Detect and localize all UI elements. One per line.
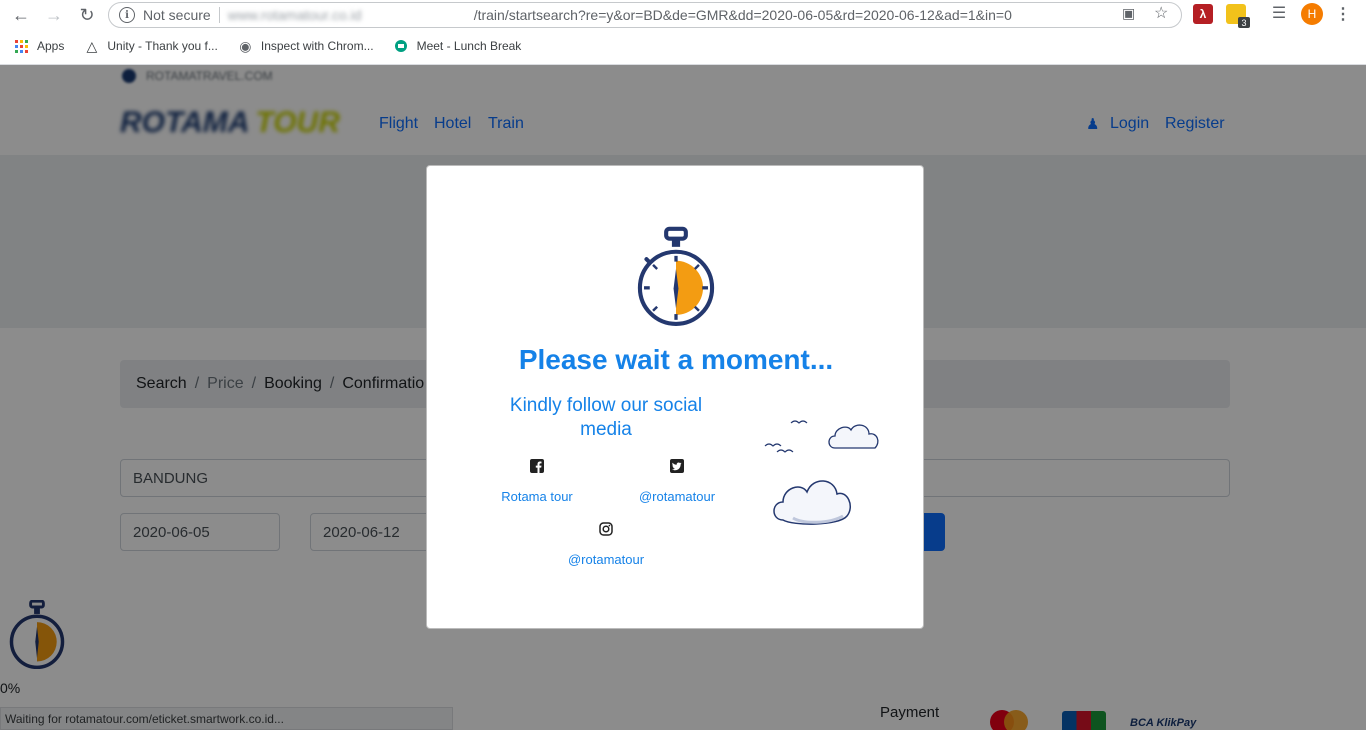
instagram-label: @rotamatour: [567, 552, 645, 567]
media-list-icon[interactable]: ☰: [1269, 4, 1289, 24]
notes-extension-icon[interactable]: 3: [1226, 4, 1250, 28]
twitter-label: @rotamatour: [638, 489, 716, 504]
cast-icon[interactable]: ▣: [1122, 5, 1135, 22]
social-heading: Kindly follow our social media: [509, 395, 703, 440]
unity-icon: △: [86, 37, 98, 54]
facebook-icon: [530, 459, 544, 473]
loading-modal: Please wait a moment... Kindly follow ou…: [426, 165, 924, 629]
profile-avatar[interactable]: H: [1301, 3, 1323, 25]
bookmark-unity[interactable]: △ Unity - Thank you f...: [84, 37, 218, 54]
twitter-link[interactable]: @rotamatour: [632, 459, 722, 504]
reload-icon[interactable]: ↻: [75, 3, 99, 27]
bookmark-label: Unity - Thank you f...: [107, 39, 218, 53]
forward-icon[interactable]: →: [42, 3, 66, 27]
facebook-label: Rotama tour: [501, 489, 573, 504]
divider: [218, 7, 220, 23]
bookmark-apps[interactable]: Apps: [14, 39, 64, 54]
meet-icon: [394, 39, 409, 54]
url-host: www.rotamatour.co.id: [227, 7, 362, 23]
bookmarks-bar: Apps △ Unity - Thank you f... ◉ Inspect …: [0, 34, 541, 58]
browser-chrome: ← → ↻ i Not secure www.rotamatour.co.id …: [0, 0, 1366, 65]
clouds-illustration: [763, 410, 903, 535]
instagram-link[interactable]: @rotamatour: [561, 522, 651, 567]
twitter-icon: [670, 459, 684, 473]
bookmark-star-icon[interactable]: ☆: [1154, 3, 1168, 23]
address-bar[interactable]: i Not secure www.rotamatour.co.id /train…: [108, 2, 1182, 28]
stopwatch-icon: [635, 226, 717, 335]
bookmark-label: Inspect with Chrom...: [260, 39, 374, 53]
instagram-icon: [599, 522, 613, 536]
bookmark-label: Apps: [37, 39, 65, 53]
security-label[interactable]: Not secure: [143, 7, 211, 23]
info-icon[interactable]: i: [119, 7, 135, 23]
facebook-link[interactable]: Rotama tour: [497, 459, 577, 504]
bookmark-inspect[interactable]: ◉ Inspect with Chrom...: [238, 37, 374, 54]
menu-kebab-icon[interactable]: ⋮: [1335, 4, 1351, 24]
apps-grid-icon: [14, 39, 29, 54]
url-path: /train/startsearch?re=y&or=BD&de=GMR&dd=…: [473, 7, 1012, 23]
back-icon[interactable]: ←: [9, 3, 33, 27]
bookmark-label: Meet - Lunch Break: [416, 39, 522, 53]
globe-icon: ◉: [239, 37, 252, 54]
pdf-extension-icon[interactable]: λ: [1193, 4, 1213, 24]
modal-title: Please wait a moment...: [518, 344, 834, 375]
bookmark-meet[interactable]: Meet - Lunch Break: [394, 39, 522, 54]
extension-badge: 3: [1238, 17, 1250, 28]
